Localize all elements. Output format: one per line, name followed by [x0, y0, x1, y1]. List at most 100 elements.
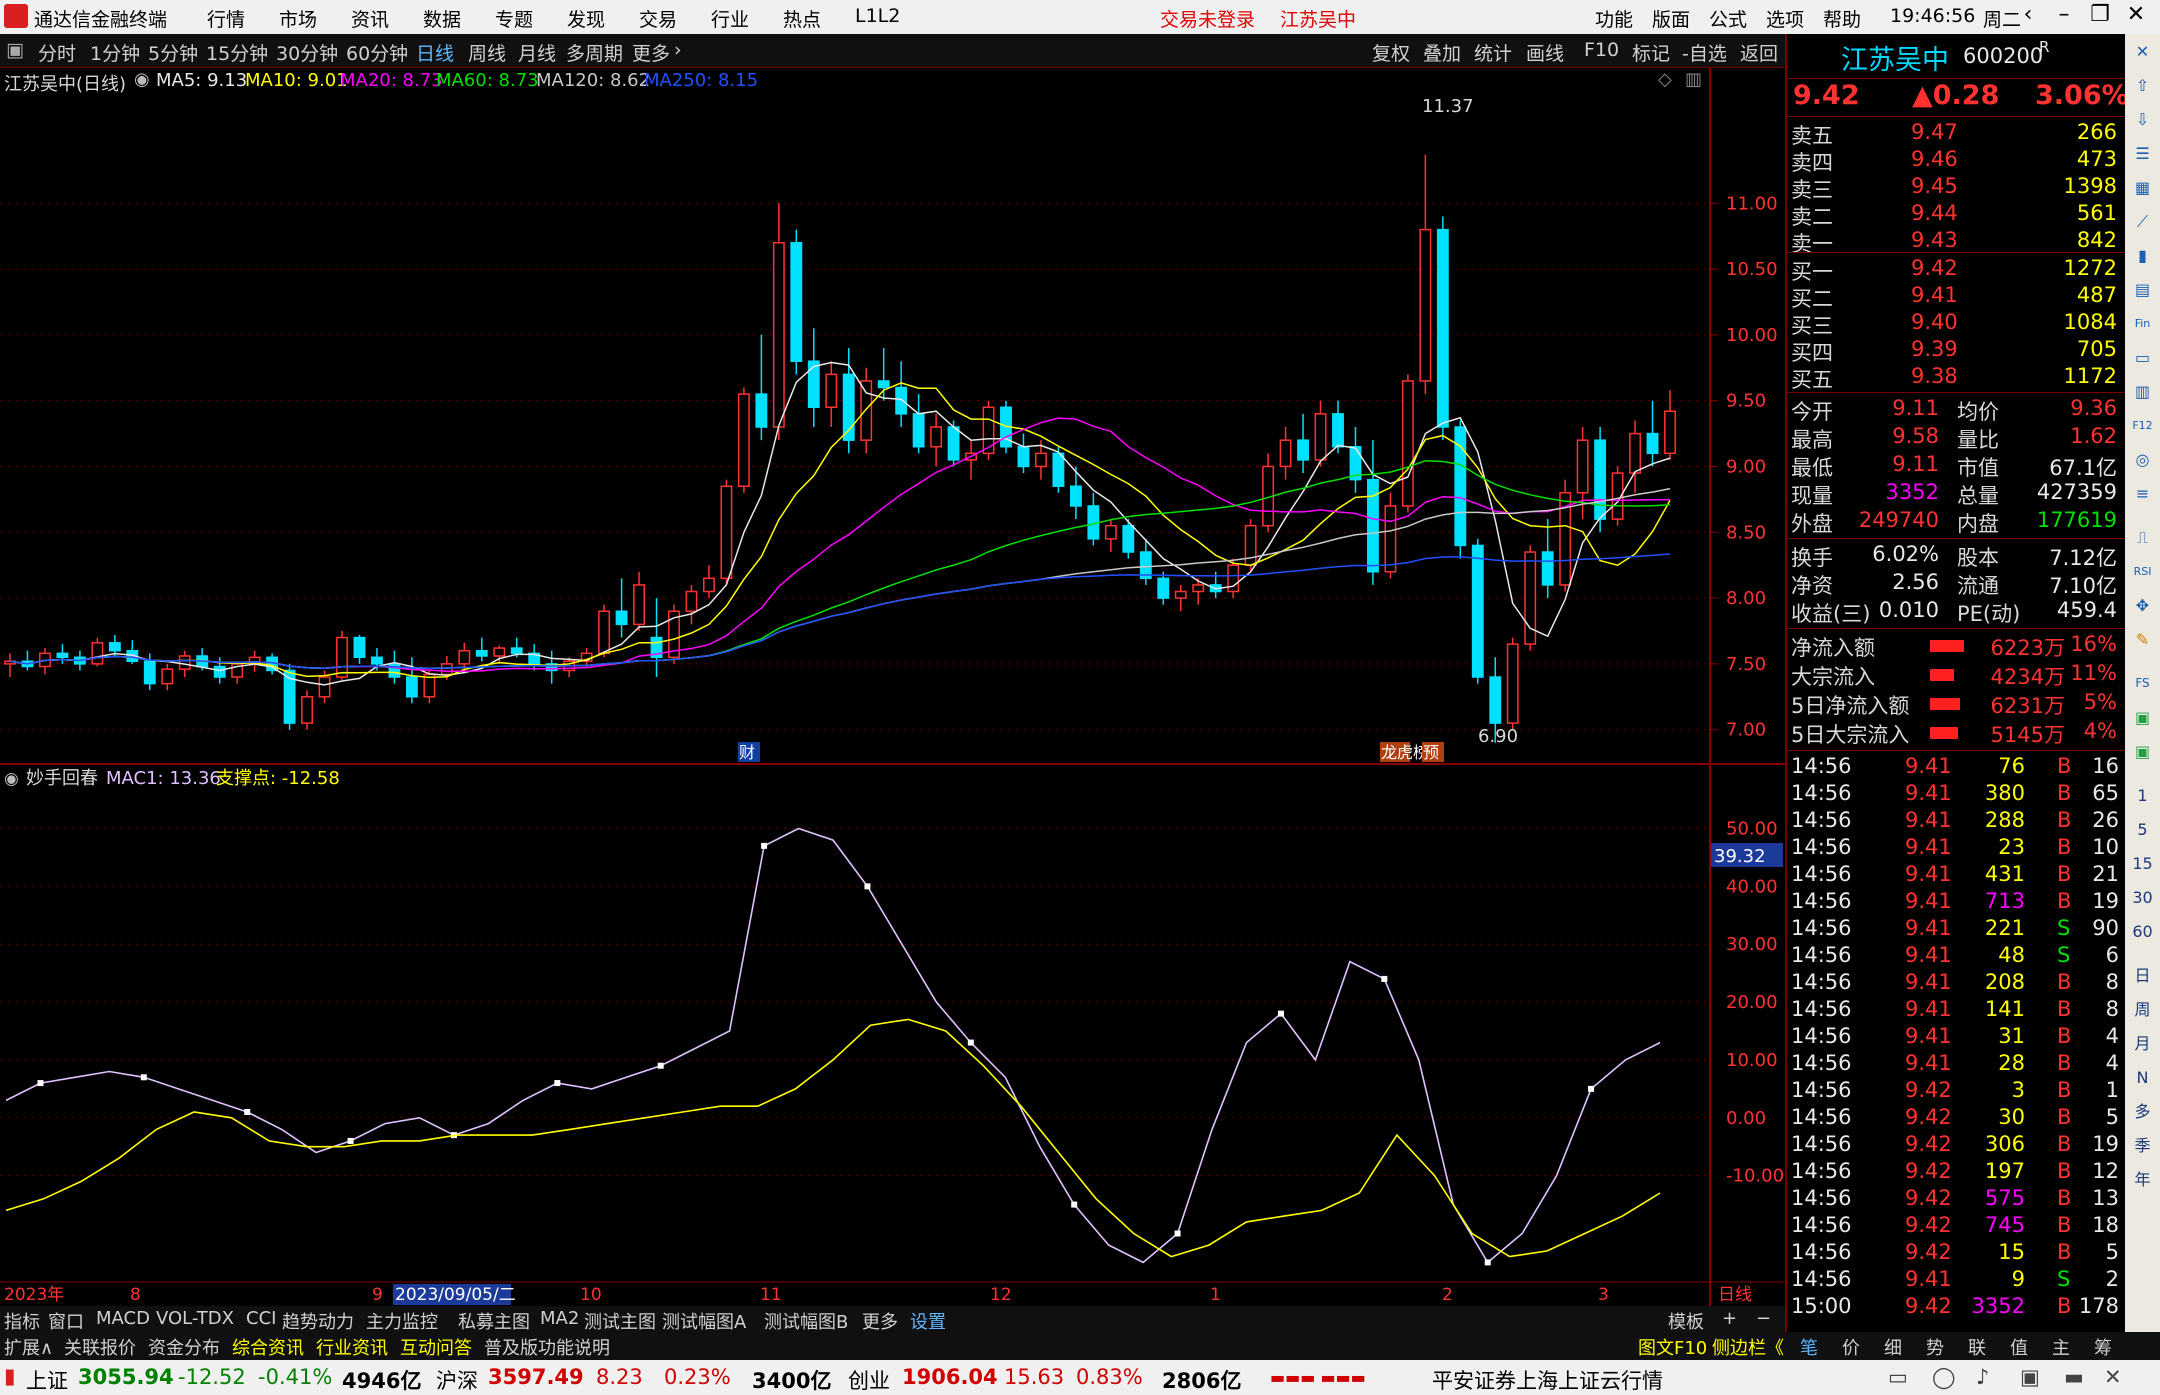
flow-row[interactable]: 大宗流入 4234万 11% — [1787, 661, 2123, 689]
indicator-tab[interactable]: CCI — [246, 1308, 276, 1329]
strip-list-icon[interactable]: ☰ — [2129, 140, 2156, 167]
strip-period-quarter[interactable]: 季 — [2129, 1132, 2156, 1159]
info-tab[interactable]: 关联报价 — [64, 1334, 136, 1360]
status-icon-3[interactable]: ♪ — [1976, 1365, 1989, 1389]
ask-row[interactable]: 卖五 9.47 266 — [1787, 120, 2123, 148]
strip-green-icon[interactable]: ▣ — [2129, 704, 2156, 731]
close-icon[interactable]: ✕ — [2118, 2, 2154, 27]
tick-row[interactable]: 14:56 9.42 15 B 5 — [1787, 1240, 2123, 1267]
side-tab[interactable]: 值 — [2010, 1334, 2028, 1360]
strip-period-1[interactable]: 1 — [2129, 782, 2156, 809]
stat2-row[interactable]: 换手 6.02% 股本 7.12亿 — [1787, 542, 2123, 570]
strip-period-5[interactable]: 5 — [2129, 816, 2156, 843]
strip-period-day[interactable]: 日 — [2129, 962, 2156, 989]
info-tab[interactable]: 普及版功能说明 — [484, 1334, 610, 1360]
status-icon-5[interactable]: ▬ — [2064, 1365, 2084, 1389]
tf-more[interactable]: 更多 — [632, 39, 670, 66]
tabs2-right-button[interactable]: 图文F10 — [1638, 1334, 1707, 1360]
strip-grid-icon[interactable]: ▦ — [2129, 174, 2156, 201]
tabs1-right-button[interactable]: + — [1722, 1308, 1737, 1329]
trade-login-alert[interactable]: 交易未登录 — [1160, 5, 1255, 32]
info-tab[interactable]: 综合资讯 — [232, 1334, 304, 1360]
restore-icon[interactable]: ❐ — [2082, 2, 2118, 27]
tf-1min[interactable]: 1分钟 — [90, 39, 140, 66]
info-tab[interactable]: 资金分布 — [148, 1334, 220, 1360]
tick-row[interactable]: 14:56 9.41 28 B 4 — [1787, 1051, 2123, 1078]
side-tab[interactable]: 笔 — [1800, 1334, 1818, 1360]
indicator-tab[interactable]: 私募主图 — [458, 1308, 530, 1334]
tick-row[interactable]: 14:56 9.41 431 B 21 — [1787, 862, 2123, 889]
side-tab[interactable]: 主 — [2052, 1334, 2070, 1360]
tabs1-right-button[interactable]: − — [1756, 1308, 1771, 1329]
side-tab[interactable]: 联 — [1968, 1334, 1986, 1360]
menu-redian[interactable]: 热点 — [783, 5, 821, 32]
strip-period-multi[interactable]: 多 — [2129, 1098, 2156, 1125]
tabs1-right-button[interactable]: 模板 — [1668, 1308, 1704, 1334]
tf-weekly[interactable]: 周线 — [468, 39, 506, 66]
sh-label[interactable]: 上证 — [26, 1365, 68, 1395]
tool-f10[interactable]: F10 — [1584, 39, 1619, 61]
info-tab[interactable]: 扩展∧ — [4, 1334, 53, 1360]
status-icon-1[interactable]: ▭ — [1888, 1365, 1908, 1389]
tf-15min[interactable]: 15分钟 — [206, 39, 268, 66]
indicator-tab[interactable]: VOL-TDX — [156, 1308, 234, 1329]
indicator-tab[interactable]: 更多 — [862, 1308, 898, 1334]
stat-row[interactable]: 现量 3352 总量 427359 — [1787, 480, 2123, 508]
side-tab[interactable]: 势 — [1926, 1334, 1944, 1360]
tick-row[interactable]: 14:56 9.42 745 B 18 — [1787, 1213, 2123, 1240]
strip-fin-icon[interactable]: Fin — [2129, 310, 2156, 337]
strip-period-n[interactable]: N — [2129, 1064, 2156, 1091]
ask-row[interactable]: 卖四 9.46 473 — [1787, 147, 2123, 175]
tick-row[interactable]: 14:56 9.41 23 B 10 — [1787, 835, 2123, 862]
bid-row[interactable]: 买二 9.41 487 — [1787, 283, 2123, 311]
tf-5min[interactable]: 5分钟 — [148, 39, 198, 66]
panel-toggle-icon[interactable]: ▣ — [6, 39, 24, 61]
strip-period-30[interactable]: 30 — [2129, 884, 2156, 911]
menu-jiaoyi[interactable]: 交易 — [639, 5, 677, 32]
menu-hangye[interactable]: 行业 — [711, 5, 749, 32]
back-icon[interactable]: ‹ — [2010, 2, 2046, 27]
tick-row[interactable]: 15:00 9.42 3352 B 178 — [1787, 1294, 2123, 1321]
bid-row[interactable]: 买一 9.42 1272 — [1787, 256, 2123, 284]
info-tab[interactable]: 互动问答 — [400, 1334, 472, 1360]
indicator-tab[interactable]: 趋势动力 — [282, 1308, 354, 1334]
indicator-tab[interactable]: MACD — [96, 1308, 150, 1329]
stat2-row[interactable]: 收益(三) 0.010 PE(动) 459.4 — [1787, 598, 2123, 626]
tick-row[interactable]: 14:56 9.42 575 B 13 — [1787, 1186, 2123, 1213]
menu-xuanxiang[interactable]: 选项 — [1766, 5, 1804, 32]
tf-monthly[interactable]: 月线 — [518, 39, 556, 66]
strip-rsi-icon[interactable]: RSI — [2129, 558, 2156, 585]
strip-period-year[interactable]: 年 — [2129, 1166, 2156, 1193]
strip-pen-icon[interactable]: ✎ — [2129, 626, 2156, 653]
tick-row[interactable]: 14:56 9.41 9 S 2 — [1787, 1267, 2123, 1294]
chart-area[interactable]: 11.0010.5010.009.509.008.508.007.507.005… — [0, 68, 1785, 1306]
indicator-tab[interactable]: 测试主图 — [584, 1308, 656, 1334]
strip-down-icon[interactable]: ⇩ — [2129, 106, 2156, 133]
status-icon-6[interactable]: ✕ — [2104, 1365, 2122, 1389]
stat-row[interactable]: 最低 9.11 市值 67.1亿 — [1787, 452, 2123, 480]
tf-60min[interactable]: 60分钟 — [346, 39, 408, 66]
stat-row[interactable]: 外盘 249740 内盘 177619 — [1787, 508, 2123, 536]
menu-zixun[interactable]: 资讯 — [351, 5, 389, 32]
strip-circle-icon[interactable]: ◎ — [2129, 446, 2156, 473]
minimize-icon[interactable]: – — [2046, 2, 2082, 27]
indicator-tab[interactable]: 主力监控 — [366, 1308, 438, 1334]
strip-period-week[interactable]: 周 — [2129, 996, 2156, 1023]
strip-bars-icon[interactable]: ≡ — [2129, 480, 2156, 507]
indicator-tab[interactable]: 测试幅图B — [764, 1308, 848, 1334]
menu-gongshi[interactable]: 公式 — [1709, 5, 1747, 32]
indicator-tab[interactable]: MA2 — [540, 1308, 579, 1329]
menu-shichang[interactable]: 市场 — [279, 5, 317, 32]
menu-hangqing[interactable]: 行情 — [207, 5, 245, 32]
tool-huaxian[interactable]: 画线 — [1526, 39, 1564, 66]
stat2-row[interactable]: 净资 2.56 流通 7.10亿 — [1787, 570, 2123, 598]
menu-shuju[interactable]: 数据 — [423, 5, 461, 32]
menu-zhuanti[interactable]: 专题 — [495, 5, 533, 32]
tool-fanhui[interactable]: 返回 — [1740, 39, 1778, 66]
bid-row[interactable]: 买三 9.40 1084 — [1787, 310, 2123, 338]
strip-line-chart-icon[interactable]: ⟋ — [2129, 208, 2156, 235]
tick-row[interactable]: 14:56 9.41 380 B 65 — [1787, 781, 2123, 808]
stat-row[interactable]: 今开 9.11 均价 9.36 — [1787, 396, 2123, 424]
tick-row[interactable]: 14:56 9.41 31 B 4 — [1787, 1024, 2123, 1051]
tool-zixuan[interactable]: -自选 — [1682, 39, 1727, 66]
